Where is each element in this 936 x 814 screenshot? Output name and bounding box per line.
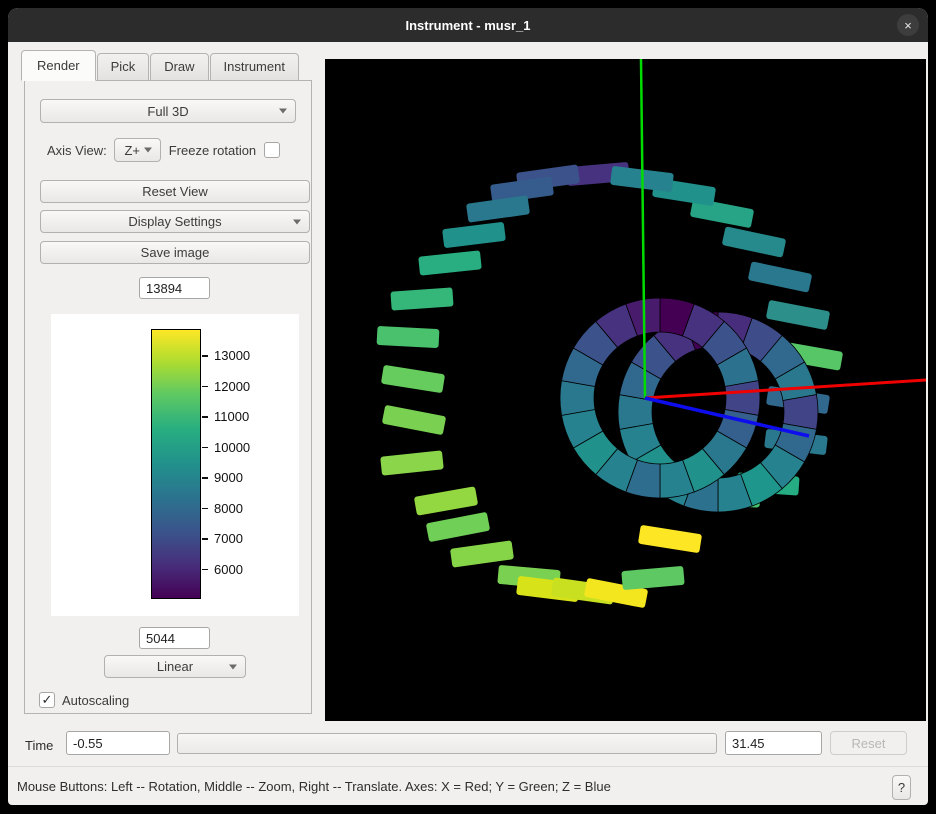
time-max-input[interactable]: 31.45 — [725, 731, 822, 755]
autoscaling-checkbox[interactable]: ✓ — [39, 692, 55, 708]
colorbar-tick-mark — [202, 569, 208, 571]
chevron-down-icon — [144, 148, 152, 153]
time-label: Time — [25, 738, 53, 753]
detector-panel[interactable] — [442, 222, 506, 248]
projection-value: Full 3D — [147, 104, 188, 119]
tab-pick[interactable]: Pick — [97, 53, 150, 81]
colorbar-tick-label: 13000 — [214, 348, 250, 363]
axis-view-row: Axis View: Z+ Freeze rotation — [47, 137, 307, 163]
detector-panel[interactable] — [426, 512, 490, 542]
colorbar-tick-mark — [202, 447, 208, 449]
axis-view-value: Z+ — [124, 143, 140, 158]
colorbar-tick-label: 6000 — [214, 562, 243, 577]
time-slider[interactable] — [177, 733, 717, 754]
detector-panel[interactable] — [418, 250, 482, 275]
help-button[interactable]: ? — [892, 775, 911, 800]
colorbar-tick-mark — [202, 538, 208, 540]
detector-panel[interactable] — [377, 326, 440, 348]
colorbar-tick-label: 11000 — [214, 409, 249, 424]
autoscaling-row: ✓ Autoscaling — [39, 692, 129, 708]
scale-type-dropdown[interactable]: Linear — [104, 655, 246, 678]
autoscaling-label: Autoscaling — [62, 693, 129, 708]
tab-render[interactable]: Render — [21, 50, 96, 81]
detector-panel[interactable] — [766, 300, 830, 330]
detector-panel[interactable] — [638, 525, 702, 553]
tab-draw[interactable]: Draw — [150, 53, 208, 81]
check-icon: ✓ — [42, 692, 53, 708]
colorbar-tick-label: 7000 — [214, 531, 243, 546]
detector-panel[interactable] — [621, 566, 684, 590]
title-bar[interactable]: Instrument - musr_1 × — [8, 8, 928, 42]
colorbar-tick-label: 9000 — [214, 470, 243, 485]
colorbar-tick-mark — [202, 416, 208, 418]
window-title: Instrument - musr_1 — [406, 18, 531, 33]
colorbar-tick-mark — [202, 355, 208, 357]
display-settings-button[interactable]: Display Settings — [40, 210, 310, 233]
colorbar-tick-mark — [202, 508, 208, 510]
detector-panel[interactable] — [380, 450, 444, 475]
screen: Instrument - musr_1 × Render Pick Draw I… — [0, 0, 936, 814]
detector-panel[interactable] — [450, 540, 514, 567]
tab-instrument[interactable]: Instrument — [210, 53, 299, 81]
instrument-window: Instrument - musr_1 × Render Pick Draw I… — [8, 8, 928, 805]
instrument-3d-view[interactable] — [325, 59, 926, 721]
chevron-down-icon — [229, 664, 237, 669]
colorbar-gradient[interactable] — [151, 329, 201, 599]
detector-panel[interactable] — [381, 365, 445, 393]
detector-panel[interactable] — [748, 261, 813, 292]
projection-dropdown[interactable]: Full 3D — [40, 99, 296, 123]
scale-min-input[interactable]: 5044 — [139, 627, 210, 649]
colorbar-tick-mark — [202, 386, 208, 388]
status-help-text: Mouse Buttons: Left -- Rotation, Middle … — [17, 779, 611, 794]
scale-max-input[interactable]: 13894 — [139, 277, 210, 299]
chevron-down-icon — [279, 109, 287, 114]
detector-panel[interactable] — [382, 405, 446, 435]
tab-bar: Render Pick Draw Instrument — [21, 53, 300, 81]
scale-type-value: Linear — [157, 659, 193, 674]
colorbar-tick-mark — [202, 477, 208, 479]
colorbar-tick-label: 10000 — [214, 440, 250, 455]
time-reset-button[interactable]: Reset — [830, 731, 907, 755]
render-tab-pane: Full 3D Axis View: Z+ Freeze rotation Re… — [24, 80, 312, 714]
freeze-rotation-label: Freeze rotation — [169, 143, 256, 158]
reset-view-button[interactable]: Reset View — [40, 180, 310, 203]
axis-view-label: Axis View: — [47, 143, 107, 158]
axis-view-dropdown[interactable]: Z+ — [114, 138, 161, 162]
detector-panel[interactable] — [722, 226, 787, 257]
colorbar-tick-label: 12000 — [214, 379, 250, 394]
freeze-rotation-checkbox[interactable] — [264, 142, 280, 158]
chevron-down-icon — [293, 219, 301, 224]
time-bar: Time -0.55 31.45 Reset — [8, 731, 928, 765]
status-bar: Mouse Buttons: Left -- Rotation, Middle … — [8, 766, 928, 805]
close-icon[interactable]: × — [897, 14, 919, 36]
detector-panel[interactable] — [390, 287, 453, 310]
colorbar-panel: 13000 12000 11000 10000 9000 8000 7000 6000 — [51, 314, 299, 616]
save-image-button[interactable]: Save image — [40, 241, 310, 264]
time-min-input[interactable]: -0.55 — [66, 731, 170, 755]
colorbar-tick-label: 8000 — [214, 501, 243, 516]
detector-panel[interactable] — [414, 486, 478, 515]
